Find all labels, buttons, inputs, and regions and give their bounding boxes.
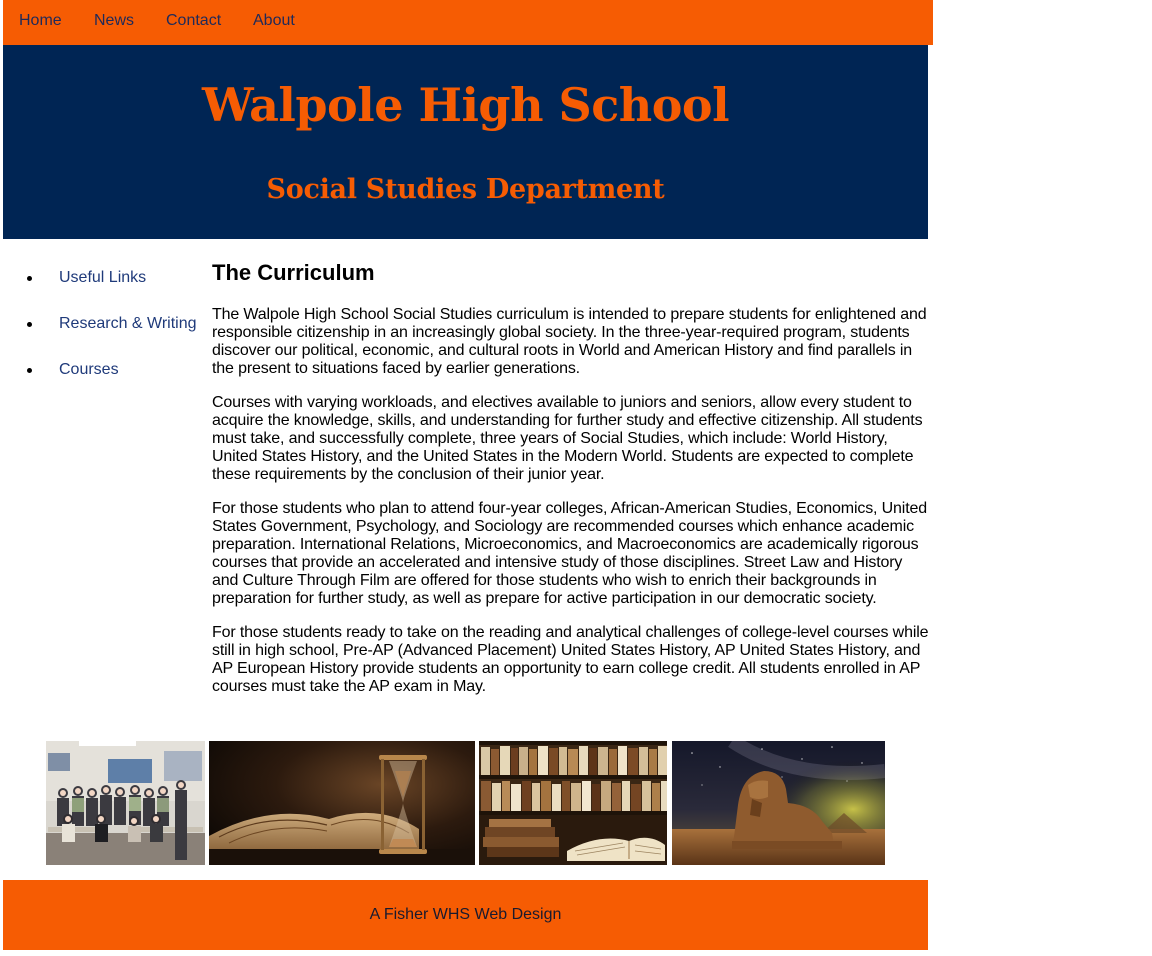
nav-contact-link[interactable]: Contact [166,12,221,30]
nav-home-link[interactable]: Home [19,12,62,30]
curriculum-paragraph: Courses with varying workloads, and elec… [212,394,923,483]
nav-news-link[interactable]: News [94,12,134,30]
top-nav-bar: Home News Contact About [3,0,933,45]
bullet-icon [27,276,32,281]
footer-credit: A Fisher WHS Web Design [369,906,562,923]
sidebar-item-research-writing: Research & Writing [0,314,205,334]
antique-books-photo [479,741,667,865]
main-content: The Curriculum The Walpole High School S… [212,258,930,712]
book-hourglass-photo [209,741,475,865]
page-heading: The Curriculum [212,260,375,285]
sidebar-link-useful-links[interactable]: Useful Links [59,268,146,288]
site-subtitle: Social Studies Department [266,174,665,205]
site-title: Walpole High School [201,78,730,132]
sidebar-link-courses[interactable]: Courses [59,360,119,380]
curriculum-paragraph: For those students who plan to attend fo… [212,500,927,607]
bullet-icon [27,322,32,327]
header-banner: Walpole High School Social Studies Depar… [3,45,928,239]
sidebar-item-useful-links: Useful Links [0,268,205,288]
nav-about-link[interactable]: About [253,12,295,30]
bullet-icon [27,368,32,373]
curriculum-paragraph: For those students ready to take on the … [212,624,929,695]
curriculum-paragraph: The Walpole High School Social Studies c… [212,306,927,377]
sphinx-photo [672,741,885,865]
footer: A Fisher WHS Web Design [3,880,928,950]
sidebar-item-courses: Courses [0,360,205,380]
department-group-photo [46,741,205,865]
sidebar-link-research-writing[interactable]: Research & Writing [59,314,197,334]
